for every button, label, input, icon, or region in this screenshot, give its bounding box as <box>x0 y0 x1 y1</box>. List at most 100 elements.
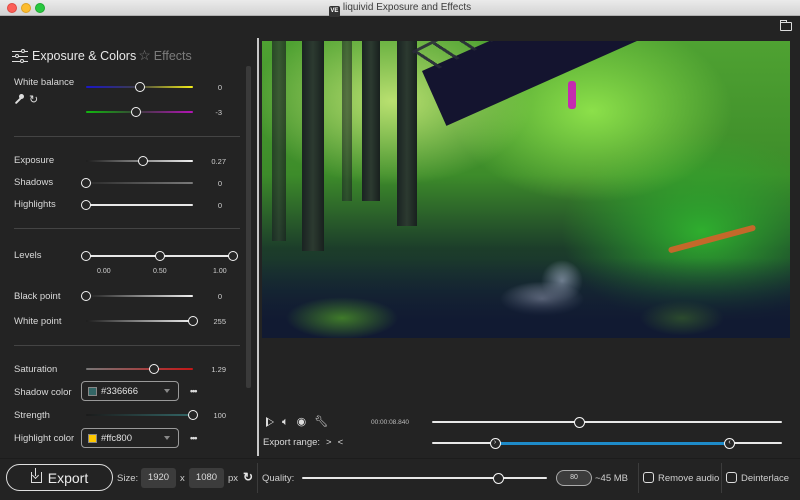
exposure-value: 0.27 <box>211 157 226 166</box>
video-preview[interactable] <box>262 41 790 338</box>
saturation-slider[interactable] <box>86 364 193 374</box>
shadows-label: Shadows <box>14 177 54 188</box>
video-scene-element <box>667 224 757 254</box>
star-icon: ☆ <box>138 47 151 63</box>
reset-size-icon[interactable]: ↻ <box>243 470 253 484</box>
panel-splitter[interactable] <box>257 38 259 456</box>
highlight-color-select[interactable]: #ffc800 <box>81 428 179 448</box>
deinterlace-label: Deinterlace <box>741 473 790 484</box>
remove-audio-checkbox[interactable] <box>643 472 654 483</box>
timecode: 00:00:08.840 <box>371 419 409 426</box>
levels-tick: 0.50 <box>153 268 167 275</box>
levels-label: Levels <box>14 250 42 261</box>
tab-effects[interactable]: ☆ Effects <box>136 47 192 64</box>
strength-label: Strength <box>14 410 50 421</box>
slider-knob[interactable] <box>81 178 91 188</box>
exposure-slider[interactable] <box>86 156 193 166</box>
white-point-label: White point <box>14 316 62 327</box>
bottom-separator <box>638 463 639 493</box>
size-label: Size: <box>117 473 139 484</box>
tab-label: Exposure & Colors <box>32 48 137 63</box>
bottom-bar-divider <box>0 458 800 459</box>
levels-tick: 0.00 <box>97 268 111 275</box>
highlight-color-more-button[interactable]: ••• <box>190 433 198 443</box>
export-button[interactable]: Export <box>6 464 113 491</box>
section-divider <box>14 228 240 229</box>
shadows-slider[interactable] <box>81 178 193 188</box>
range-end-handle[interactable]: ‹ <box>724 437 735 449</box>
slider-knob[interactable] <box>149 364 160 374</box>
white-balance-temperature-slider[interactable] <box>86 82 193 92</box>
panel-tabs: Exposure & Colors ☆ Effects <box>12 47 192 64</box>
wrench-icon[interactable]: 🔧︎ <box>314 416 328 428</box>
deinterlace-checkbox[interactable] <box>726 472 737 483</box>
white-point-slider[interactable] <box>86 316 198 326</box>
highlight-color-swatch <box>88 433 97 443</box>
section-divider <box>14 136 240 137</box>
export-range-slider[interactable]: › ‹ <box>432 437 782 449</box>
black-point-slider[interactable] <box>81 291 193 301</box>
strength-value: 100 <box>213 411 226 420</box>
slider-knob[interactable] <box>137 156 148 166</box>
shadows-value: 0 <box>217 179 222 188</box>
tint-value: -3 <box>215 108 222 117</box>
saturation-value: 1.29 <box>211 365 226 374</box>
levels-slider[interactable] <box>81 251 238 261</box>
highlights-label: Highlights <box>14 199 56 210</box>
size-x-label: x <box>180 473 185 484</box>
section-divider <box>14 345 240 346</box>
width-input[interactable]: 1920 <box>141 468 176 488</box>
shadow-color-select[interactable]: #336666 <box>81 381 179 401</box>
tab-label: Effects <box>153 48 192 63</box>
white-balance-label: White balance <box>14 77 75 88</box>
video-scene-element <box>568 81 576 109</box>
quality-label: Quality: <box>262 473 295 484</box>
eye-icon[interactable]: ◉ <box>297 416 307 428</box>
white-point-value: 255 <box>213 317 226 326</box>
eyedropper-icon[interactable] <box>14 94 24 105</box>
play-icon[interactable] <box>266 417 274 427</box>
highlight-color-label: Highlight color <box>14 433 75 444</box>
slider-knob[interactable] <box>131 107 142 117</box>
exposure-label: Exposure <box>14 155 55 166</box>
reset-icon[interactable]: ↻ <box>29 95 38 106</box>
folder-icon[interactable] <box>780 20 792 31</box>
window-title-text: liquivid Exposure and Effects <box>342 2 472 13</box>
highlight-color-value: #ffc800 <box>101 432 132 444</box>
strength-slider[interactable] <box>86 410 198 420</box>
bottom-separator <box>721 463 722 493</box>
shadow-color-more-button[interactable]: ••• <box>190 386 198 396</box>
shadow-color-value: #336666 <box>101 385 138 397</box>
remove-audio-label: Remove audio <box>658 473 720 484</box>
timeline-slider[interactable] <box>432 416 782 428</box>
slider-knob[interactable] <box>81 200 91 210</box>
panel-scrollbar[interactable] <box>246 66 251 388</box>
slider-knob[interactable] <box>81 291 91 301</box>
video-scene-element <box>422 41 790 126</box>
playhead-knob[interactable] <box>573 416 585 428</box>
title-bar: VE liquivid Exposure and Effects <box>0 0 800 17</box>
video-scene-element <box>262 258 790 338</box>
height-input[interactable]: 1080 <box>189 468 224 488</box>
temperature-value: 0 <box>217 83 222 92</box>
volume-icon[interactable]: 🔈︎ <box>282 416 289 428</box>
quality-knob[interactable] <box>492 472 504 484</box>
quality-value-field[interactable]: 80 <box>556 470 592 486</box>
highlights-slider[interactable] <box>81 200 193 210</box>
tab-exposure-colors[interactable]: Exposure & Colors <box>12 48 137 63</box>
levels-gamma-handle[interactable] <box>154 251 165 261</box>
set-out-point-button[interactable]: < <box>338 437 344 448</box>
white-balance-tint-slider[interactable] <box>86 107 193 117</box>
range-start-handle[interactable]: › <box>489 437 501 449</box>
playback-controls: 🔈︎ ◉ 🔧︎ <box>264 416 328 428</box>
chevron-down-icon <box>164 389 170 393</box>
video-scene-element <box>272 41 286 241</box>
set-in-point-button[interactable]: > <box>326 437 332 448</box>
window-title: VE liquivid Exposure and Effects <box>0 1 800 17</box>
slider-knob[interactable] <box>134 82 145 92</box>
export-icon <box>30 468 42 483</box>
levels-black-handle[interactable] <box>81 251 91 261</box>
quality-slider[interactable] <box>302 472 547 484</box>
levels-white-handle[interactable] <box>228 251 238 261</box>
export-button-label: Export <box>47 469 89 486</box>
